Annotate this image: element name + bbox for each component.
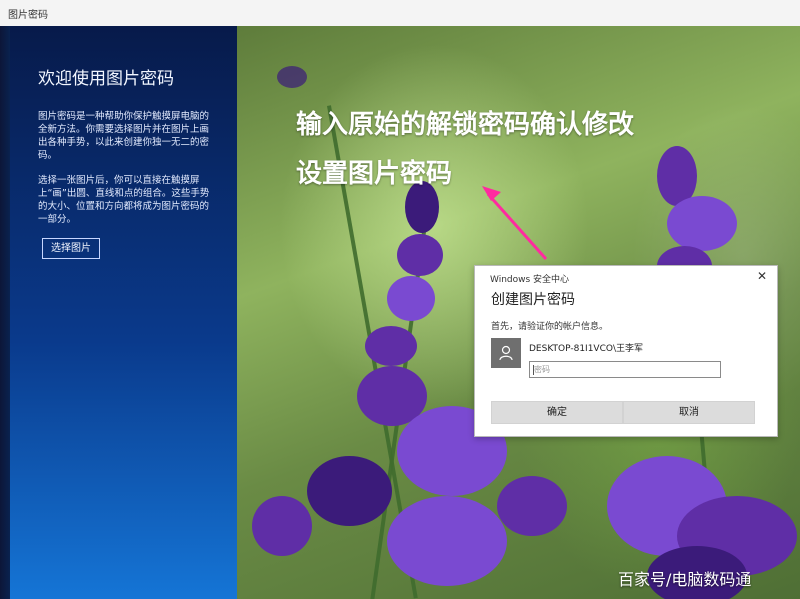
window-title: 图片密码	[8, 10, 48, 21]
lavender-flower	[387, 276, 435, 321]
annotation-text-line-2: 设置图片密码	[296, 159, 453, 189]
window-titlebar: 图片密码	[0, 0, 800, 27]
description-paragraph-1: 图片密码是一种帮助你保护触摸屏电脑的全新方法。你需要选择图片并在图片上画出各种手…	[38, 111, 210, 161]
watermark-text: 百家号/电脑数码通	[618, 570, 752, 589]
password-input[interactable]: 密码	[529, 361, 721, 378]
dialog-prompt: 首先，请验证你的帐户信息。	[491, 322, 609, 332]
dialog-window-title: Windows 安全中心	[490, 275, 570, 285]
lavender-flower	[387, 496, 507, 586]
close-icon[interactable]: ✕	[757, 269, 767, 283]
annotation-text-line-1: 输入原始的解锁密码确认修改	[296, 110, 635, 140]
lavender-flower	[252, 496, 312, 556]
left-panel: 欢迎使用图片密码 图片密码是一种帮助你保护触摸屏电脑的全新方法。你需要选择图片并…	[0, 26, 237, 599]
lavender-flower	[667, 196, 737, 251]
account-name: DESKTOP-81I1VCO\王李军	[529, 344, 643, 354]
user-icon	[499, 345, 513, 361]
lavender-flower	[365, 326, 417, 366]
lavender-flower	[497, 476, 567, 536]
windows-security-dialog: Windows 安全中心 ✕ 创建图片密码 首先，请验证你的帐户信息。 DESK…	[474, 265, 778, 437]
dialog-heading: 创建图片密码	[491, 292, 575, 308]
avatar	[491, 338, 521, 368]
choose-picture-button[interactable]: 选择图片	[42, 238, 100, 259]
welcome-heading: 欢迎使用图片密码	[38, 69, 174, 89]
ok-button[interactable]: 确定	[491, 401, 623, 424]
lavender-flower	[307, 456, 392, 526]
lavender-flower	[277, 66, 307, 88]
lavender-flower	[397, 234, 443, 276]
description-paragraph-2: 选择一张图片后，你可以直接在触摸屏上“画”出圆、直线和点的组合。这些手势的大小、…	[38, 175, 210, 225]
cancel-button[interactable]: 取消	[623, 401, 755, 424]
